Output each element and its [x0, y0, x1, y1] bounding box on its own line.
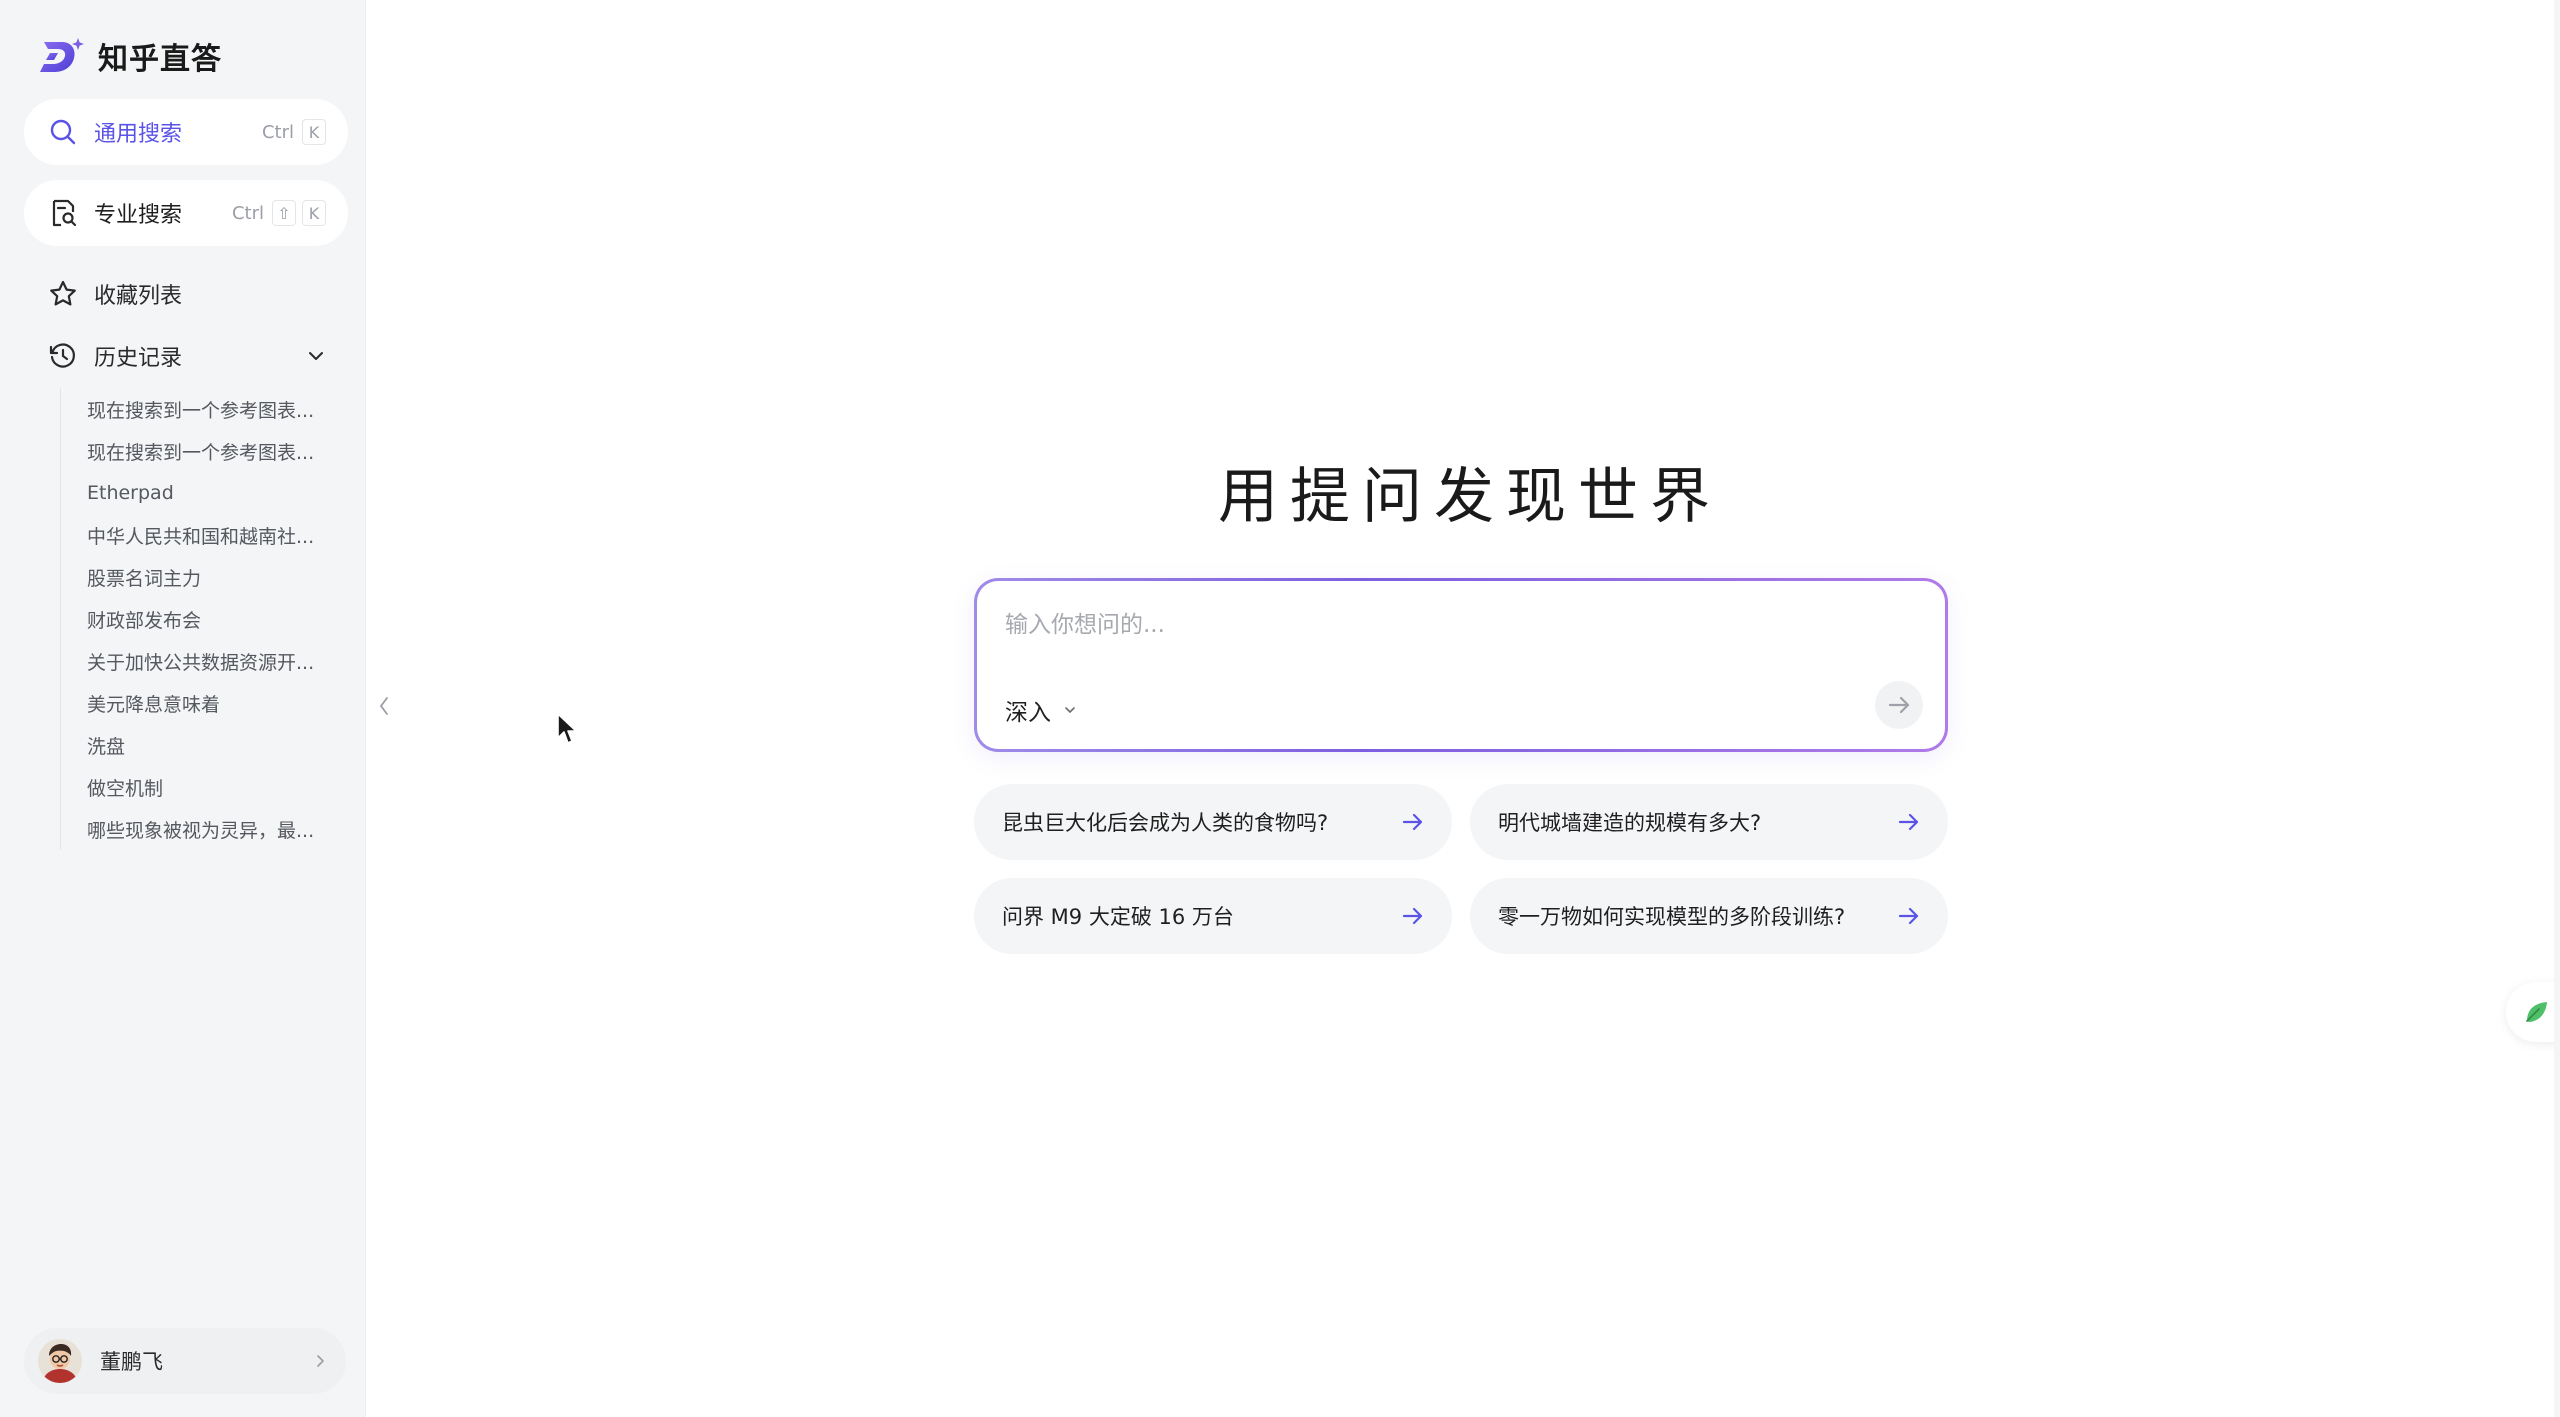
question-input[interactable]: [1005, 605, 1905, 645]
history-toggle[interactable]: 历史记录: [24, 330, 348, 382]
history-item[interactable]: 关于加快公共数据资源开...: [61, 640, 340, 682]
suggestion-text: 零一万物如何实现模型的多阶段训练?: [1498, 905, 1846, 929]
brand-name: 知乎直答: [98, 42, 222, 77]
star-icon: [50, 280, 76, 306]
mouse-cursor-icon: [557, 713, 577, 744]
suggestion-chip[interactable]: 昆虫巨大化后会成为人类的食物吗?: [974, 784, 1452, 860]
mode-label: 深入: [1005, 700, 1051, 726]
zhida-logo-icon: [40, 38, 84, 72]
suggestion-chip[interactable]: 问界 M9 大定破 16 万台: [974, 878, 1452, 954]
general-search-button[interactable]: 通用搜索 Ctrl K: [24, 99, 348, 165]
chevron-down-icon: [1065, 707, 1075, 713]
history-item[interactable]: 哪些现象被视为灵异，最...: [61, 808, 340, 850]
assistant-float-button[interactable]: [2506, 982, 2560, 1042]
doc-search-icon: [52, 199, 77, 227]
user-name: 董鹏飞: [100, 1350, 163, 1374]
history-item[interactable]: 现在搜索到一个参考图表...: [61, 388, 340, 430]
avatar: [38, 1339, 82, 1383]
suggestion-chip[interactable]: 明代城墙建造的规模有多大?: [1470, 784, 1948, 860]
history-item[interactable]: 现在搜索到一个参考图表...: [61, 430, 340, 472]
chevron-down-icon[interactable]: [306, 346, 326, 366]
suggestion-text: 问界 M9 大定破 16 万台: [1002, 905, 1234, 929]
history-item[interactable]: Etherpad: [61, 472, 340, 514]
history-list: 现在搜索到一个参考图表... 现在搜索到一个参考图表... Etherpad 中…: [60, 388, 340, 850]
suggestion-chip[interactable]: 零一万物如何实现模型的多阶段训练?: [1470, 878, 1948, 954]
sidebar: 知乎直答 通用搜索 Ctrl K 专业搜索 Ctrl ⇧ K 收藏列表 历史记录…: [0, 0, 366, 1417]
arrow-right-icon: [1402, 813, 1423, 831]
leaf-icon: [2526, 1002, 2547, 1022]
mode-selector[interactable]: 深入: [1005, 693, 1079, 727]
suggestion-text: 明代城墙建造的规模有多大?: [1498, 811, 1762, 835]
ask-box-inner: 深入: [977, 581, 1945, 749]
history-item[interactable]: 股票名词主力: [61, 556, 340, 598]
pro-search-label: 专业搜索: [94, 203, 183, 228]
suggestion-text: 昆虫巨大化后会成为人类的食物吗?: [1002, 811, 1329, 835]
window-right-edge: [2554, 0, 2560, 1417]
arrow-right-icon: [1898, 813, 1919, 831]
history-item[interactable]: 财政部发布会: [61, 598, 340, 640]
pro-search-button[interactable]: 专业搜索 Ctrl ⇧ K: [24, 180, 348, 246]
brand[interactable]: 知乎直答: [38, 34, 222, 78]
history-item[interactable]: 洗盘: [61, 724, 340, 766]
general-search-label: 通用搜索: [94, 122, 183, 147]
pro-search-shortcut: Ctrl ⇧ K: [232, 200, 326, 226]
history-item[interactable]: 美元降息意味着: [61, 682, 340, 724]
send-button[interactable]: [1875, 681, 1923, 729]
favorites-link[interactable]: 收藏列表: [24, 268, 348, 320]
arrow-right-icon: [1898, 907, 1919, 925]
arrow-right-icon: [1402, 907, 1423, 925]
ask-box: 深入: [974, 578, 1948, 752]
search-icon: [50, 119, 76, 145]
clock-icon: [49, 343, 75, 368]
page-title: 用提问发现世界: [1218, 462, 1722, 532]
history-label: 历史记录: [94, 346, 183, 371]
general-search-shortcut: Ctrl K: [262, 119, 326, 145]
arrow-right-icon: [1888, 696, 1910, 714]
chevron-right-icon: [317, 1355, 324, 1367]
sidebar-collapse-icon[interactable]: [374, 692, 394, 720]
user-profile-button[interactable]: 董鹏飞: [24, 1328, 346, 1394]
history-item[interactable]: 做空机制: [61, 766, 340, 808]
favorites-label: 收藏列表: [94, 284, 183, 309]
history-item[interactable]: 中华人民共和国和越南社...: [61, 514, 340, 556]
